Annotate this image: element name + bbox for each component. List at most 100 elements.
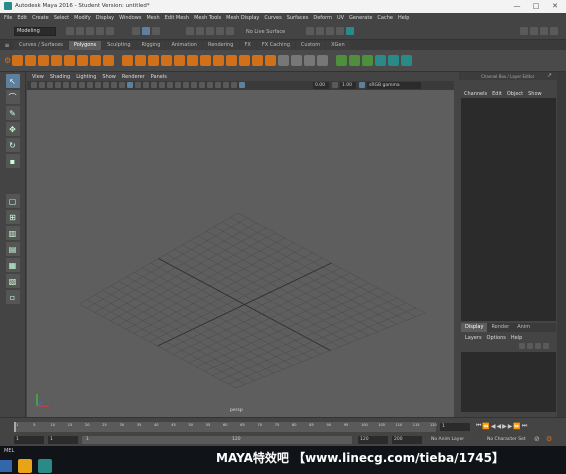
range-slider-track[interactable]: 1 120 (82, 436, 352, 444)
extrude-icon[interactable] (174, 55, 185, 66)
menu-generate[interactable]: Generate (349, 15, 372, 21)
safe-title-icon[interactable] (119, 82, 125, 88)
safe-action-icon[interactable] (111, 82, 117, 88)
combine-icon[interactable] (122, 55, 133, 66)
shelf-tab-curves-surfaces[interactable]: Curves / Surfaces (14, 40, 68, 50)
step-back-frame-icon[interactable]: ◀ (491, 423, 496, 430)
viewport-menu-panels[interactable]: Panels (151, 74, 167, 80)
isolate-select-icon[interactable] (207, 82, 213, 88)
four-view-layout-icon[interactable]: ⊞ (5, 210, 20, 224)
image-plane-icon[interactable] (55, 82, 61, 88)
camera-attributes-icon[interactable] (39, 82, 45, 88)
move-layer-down-icon[interactable] (527, 343, 533, 349)
show-menu[interactable]: Show (528, 91, 542, 97)
poly-platonic-icon[interactable] (103, 55, 114, 66)
auto-key-icon[interactable]: ⊘ (534, 435, 540, 443)
layer-tab-display[interactable]: Display (461, 323, 488, 332)
snap-curve-icon[interactable] (196, 27, 204, 35)
menu-edit-mesh[interactable]: Edit Mesh (165, 15, 189, 21)
bevel-icon[interactable] (200, 55, 211, 66)
layer-list[interactable] (461, 352, 556, 412)
reverse-normals-icon[interactable] (401, 55, 412, 66)
grease-pencil-icon[interactable] (63, 82, 69, 88)
live-surface-label[interactable]: No Live Surface (246, 29, 285, 35)
field-chart-icon[interactable] (103, 82, 109, 88)
right-panel-scrollbar[interactable] (557, 72, 566, 417)
shadows-icon[interactable] (167, 82, 173, 88)
shelf-tab-polygons[interactable]: Polygons (68, 40, 102, 50)
fill-hole-icon[interactable] (291, 55, 302, 66)
offset-edge-loop-icon[interactable] (265, 55, 276, 66)
animation-start-field[interactable]: 1 (14, 436, 44, 444)
separate-icon[interactable] (135, 55, 146, 66)
hypershade-layout-icon[interactable]: ▦ (5, 258, 20, 272)
shelf-tab-xgen[interactable]: XGen (326, 40, 350, 50)
shelf-tab-fx-caching[interactable]: FX Caching (256, 40, 295, 50)
textured-icon[interactable] (151, 82, 157, 88)
explorer-taskbar-icon[interactable] (18, 459, 32, 473)
soften-edge-icon[interactable] (375, 55, 386, 66)
play-forwards-icon[interactable]: ▶ (502, 423, 507, 430)
time-slider-track[interactable]: 1 5 10 15 20 25 30 35 40 45 50 55 60 65 70 75 80 85 90 95 10… (14, 422, 437, 432)
gamma-field[interactable]: 1.00 (340, 82, 356, 89)
bridge-icon[interactable] (187, 55, 198, 66)
multi-cut-icon[interactable] (226, 55, 237, 66)
object-menu[interactable]: Object (507, 91, 523, 97)
play-backwards-icon[interactable]: ◀ (497, 423, 502, 430)
preferences-icon[interactable]: ⚙ (546, 435, 552, 443)
menu-modify[interactable]: Modify (74, 15, 91, 21)
render-view-icon[interactable] (306, 27, 314, 35)
shelf-tab-rendering[interactable]: Rendering (202, 40, 239, 50)
xray-joints-icon[interactable] (223, 82, 229, 88)
attribute-editor-icon[interactable] (530, 27, 538, 35)
render-frame-icon[interactable] (316, 27, 324, 35)
open-scene-icon[interactable] (76, 27, 84, 35)
menu-display[interactable]: Display (96, 15, 114, 21)
shelf-menu-icon[interactable]: ≡ (0, 42, 14, 49)
render-settings-icon[interactable] (336, 27, 344, 35)
select-component-icon[interactable] (152, 27, 160, 35)
menu-edit[interactable]: Edit (17, 15, 27, 21)
menu-mesh-display[interactable]: Mesh Display (226, 15, 259, 21)
hypershade-icon[interactable] (346, 27, 354, 35)
gate-mask-icon[interactable] (95, 82, 101, 88)
step-forward-key-icon[interactable]: ⏩ (513, 423, 520, 430)
outliner-layout-icon[interactable]: ▧ (5, 274, 20, 288)
resolution-gate-icon[interactable] (87, 82, 93, 88)
go-to-end-icon[interactable]: ⏭ (522, 422, 527, 430)
smooth-icon[interactable] (148, 55, 159, 66)
persp-graph-layout-icon[interactable]: ▤ (5, 242, 20, 256)
menu-deform[interactable]: Deform (313, 15, 332, 21)
lasso-tool-icon[interactable]: ⌒ (5, 90, 20, 104)
menu-surfaces[interactable]: Surfaces (287, 15, 309, 21)
poly-cube-icon[interactable] (25, 55, 36, 66)
snap-live-icon[interactable] (226, 27, 234, 35)
grid-toggle-icon[interactable] (71, 82, 77, 88)
edit-menu[interactable]: Edit (492, 91, 502, 97)
select-hierarchy-icon[interactable] (132, 27, 140, 35)
shelf-tab-rigging[interactable]: Rigging (136, 40, 166, 50)
snap-view-plane-icon[interactable] (216, 27, 224, 35)
shelf-options-icon[interactable]: ⚙ (4, 56, 12, 65)
channel-box-toggle-icon[interactable] (540, 27, 548, 35)
options-menu[interactable]: Options (487, 335, 506, 341)
move-tool-icon[interactable]: ✥ (5, 122, 20, 136)
menu-mesh[interactable]: Mesh (146, 15, 159, 21)
gamma-icon[interactable] (332, 82, 338, 88)
viewport-menu-shading[interactable]: Shading (50, 74, 70, 80)
film-gate-icon[interactable] (79, 82, 85, 88)
uv-automatic-icon[interactable] (349, 55, 360, 66)
persp-outliner-layout-icon[interactable]: ▥ (5, 226, 20, 240)
mirror-geometry-icon[interactable] (304, 55, 315, 66)
ipr-render-icon[interactable] (326, 27, 334, 35)
boolean-icon[interactable] (161, 55, 172, 66)
exposure-field[interactable]: 0.00 (313, 82, 329, 89)
select-tool-icon[interactable]: ↖ (5, 74, 20, 88)
shelf-tab-fx[interactable]: FX (239, 40, 256, 50)
maya-taskbar-icon[interactable] (38, 459, 52, 473)
new-layer-from-selected-icon[interactable] (543, 343, 549, 349)
shelf-tab-custom[interactable]: Custom (295, 40, 326, 50)
anim-layer-dropdown[interactable]: No Anim Layer (431, 437, 464, 442)
poly-torus-icon[interactable] (77, 55, 88, 66)
bookmarks-icon[interactable] (47, 82, 53, 88)
